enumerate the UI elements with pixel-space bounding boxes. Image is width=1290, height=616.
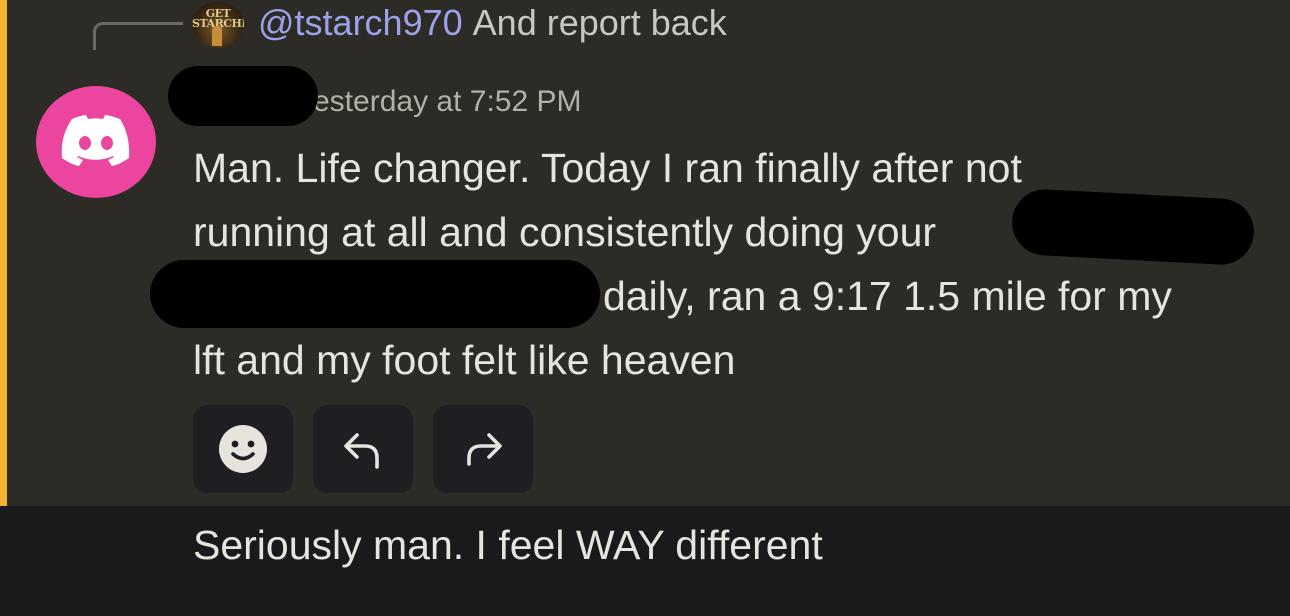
add-reaction-button[interactable] [193,405,293,493]
author-avatar[interactable] [36,86,156,198]
reply-preview-text: And report back [472,2,727,43]
reply-mention[interactable]: @tstarch970 [258,2,463,43]
reply-avatar-figure [212,26,222,46]
message-timestamp: esterday at 7:52 PM [313,85,582,118]
redacted-text-block [150,260,600,328]
discord-logo-icon [61,115,130,166]
forward-button[interactable] [433,405,533,493]
reply-icon [344,433,379,469]
highlight-accent-bar [0,0,7,506]
message-line-1: Man. Life changer. Today I ran finally a… [193,145,1022,191]
next-message-text: Seriously man. I feel WAY different [193,522,823,568]
reply-author-avatar[interactable]: GET STARCHED [192,2,244,48]
redacted-text-block [1010,187,1256,267]
message-line-2-text: running at all and consistently doing yo… [193,209,937,255]
reply-button[interactable] [313,405,413,493]
redacted-author-name [168,66,318,126]
emoji-icon [219,425,267,473]
reply-connector-line [93,22,183,50]
message-line-3-text: daily, ran a 9:17 1.5 mile for my [603,273,1172,319]
message-actions [193,405,533,493]
forward-icon [467,433,502,466]
reply-preview[interactable]: @tstarch970 And report back [258,0,727,46]
message-line-4: lft and my foot felt like heaven [193,337,736,383]
